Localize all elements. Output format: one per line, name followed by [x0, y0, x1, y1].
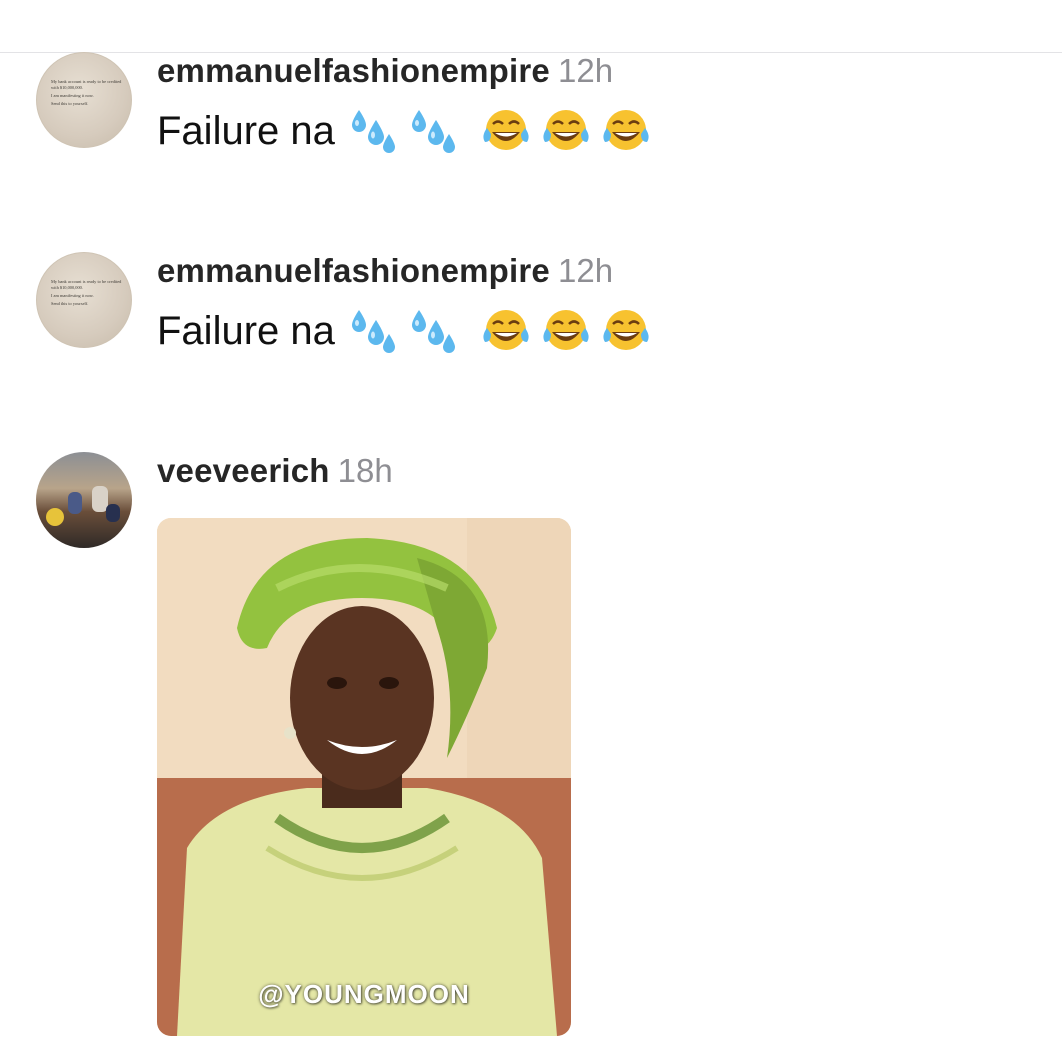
username[interactable]: emmanuelfashionempire [157, 252, 550, 289]
avatar-photo-detail [106, 504, 120, 522]
username[interactable]: emmanuelfashionempire [157, 52, 550, 89]
gif-image [157, 518, 571, 1036]
face-with-tears-of-joy-icon [541, 306, 591, 356]
timestamp: 18h [337, 452, 393, 489]
face-with-tears-of-joy-icon [601, 106, 651, 156]
comment-text: Failure na [157, 306, 661, 356]
avatar[interactable]: My bank account is ready to be credited … [36, 252, 132, 348]
avatar-photo-detail [46, 508, 64, 526]
comment-meta: veeveerich 18h [157, 452, 393, 490]
face-with-tears-of-joy-icon [481, 306, 531, 356]
timestamp: 12h [557, 252, 614, 289]
avatar-note-text: My bank account is ready to be credited … [51, 279, 122, 306]
avatar[interactable]: My bank account is ready to be credited … [36, 52, 132, 148]
comment-meta: emmanuelfashionempire 12h [157, 252, 613, 290]
face-with-tears-of-joy-icon [541, 106, 591, 156]
avatar-photo-detail [68, 492, 82, 514]
comment-text: Failure na [157, 106, 661, 156]
comment-text-content: Failure na [157, 108, 335, 153]
face-with-tears-of-joy-icon [601, 306, 651, 356]
comment-meta: emmanuelfashionempire 12h [157, 52, 613, 90]
avatar[interactable] [36, 452, 132, 548]
face-with-tears-of-joy-icon [481, 106, 531, 156]
avatar-note-text: My bank account is ready to be credited … [51, 79, 122, 106]
sweat-droplets-icon [349, 106, 399, 156]
gif-attachment[interactable]: @YOUNGMOON [157, 518, 571, 1036]
sweat-droplets-icon [409, 106, 459, 156]
sweat-droplets-icon [349, 306, 399, 356]
timestamp: 12h [557, 52, 614, 89]
gif-watermark: @YOUNGMOON [258, 979, 470, 1009]
comment-text-content: Failure na [157, 308, 335, 353]
sweat-droplets-icon [409, 306, 459, 356]
username[interactable]: veeveerich [157, 452, 330, 489]
